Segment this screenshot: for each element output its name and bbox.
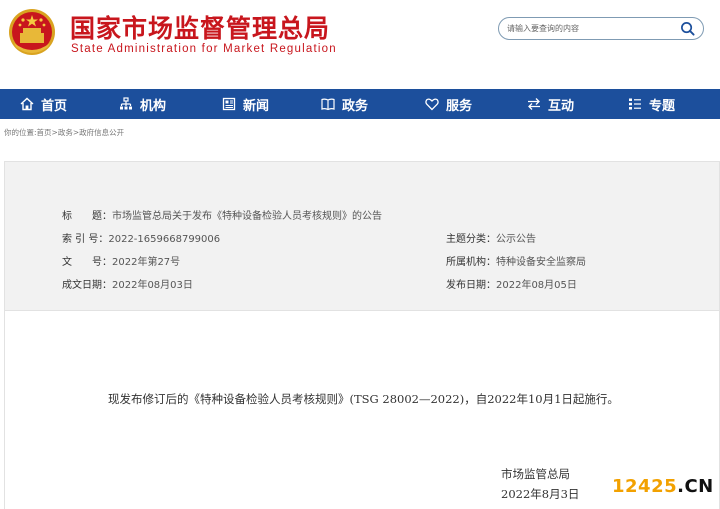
main-nav: 首页 机构 新闻 政务 服务 互动 专题 [0, 89, 720, 119]
watermark-suffix: .CN [677, 476, 714, 497]
breadcrumb: 你的位置:首页>政务>政府信息公开 [4, 127, 124, 138]
info-created-value: 2022年08月03日 [112, 280, 193, 291]
national-emblem-icon[interactable] [8, 7, 56, 57]
info-index-row: 索 引 号：2022-1659668799006 [62, 230, 220, 245]
info-topic-label: 主题分类： [446, 234, 496, 245]
signature-date: 2022年8月3日 [501, 487, 580, 501]
nav-item-affairs[interactable]: 政务 [321, 89, 368, 119]
org-icon [120, 97, 132, 110]
breadcrumb-item-disclosure[interactable]: 政府信息公开 [79, 128, 124, 137]
nav-label-affairs: 政务 [342, 98, 369, 114]
info-title-value: 市场监管总局关于发布《特种设备检验人员考核规则》的公告 [112, 211, 382, 222]
info-title-label: 标 题： [62, 211, 112, 222]
document-info-panel: 标 题：市场监管总局关于发布《特种设备检验人员考核规则》的公告 索 引 号：20… [4, 161, 720, 311]
search-icon[interactable] [680, 21, 695, 36]
book-icon [321, 98, 335, 111]
info-doc-number-label: 文 号： [62, 257, 112, 268]
nav-label-news: 新闻 [243, 98, 270, 114]
info-created-label: 成文日期： [62, 280, 112, 291]
breadcrumb-item-affairs[interactable]: 政务 [58, 128, 73, 137]
nav-item-interact[interactable]: 互动 [527, 89, 574, 119]
info-published-label: 发布日期： [446, 280, 496, 291]
exchange-icon [528, 98, 540, 110]
nav-label-topics: 专题 [649, 98, 676, 114]
nav-label-home: 首页 [41, 98, 68, 114]
home-icon [20, 97, 34, 111]
announcement-paragraph: 现发布修订后的《特种设备检验人员考核规则》(TSG 28002—2022)，自2… [108, 392, 619, 406]
info-org-row: 所属机构：特种设备安全监察局 [446, 253, 586, 268]
search-box [498, 17, 704, 40]
info-doc-number-value: 2022年第27号 [112, 257, 181, 268]
nav-item-service[interactable]: 服务 [425, 89, 472, 119]
site-title-en: State Administration for Market Regulati… [71, 43, 337, 55]
info-org-value: 特种设备安全监察局 [496, 257, 586, 268]
nav-item-org[interactable]: 机构 [119, 89, 166, 119]
site-header: 国家市场监督管理总局 State Administration for Mark… [0, 0, 720, 89]
info-org-label: 所属机构： [446, 257, 496, 268]
nav-item-topics[interactable]: 专题 [628, 89, 675, 119]
info-index-label: 索 引 号： [62, 234, 109, 245]
list-icon [629, 98, 641, 110]
nav-item-news[interactable]: 新闻 [222, 89, 269, 119]
info-published-row: 发布日期：2022年08月05日 [446, 276, 577, 291]
info-index-value: 2022-1659668799006 [108, 234, 221, 245]
nav-label-service: 服务 [446, 98, 473, 114]
info-topic-value: 公示公告 [496, 234, 536, 245]
nav-item-home[interactable]: 首页 [20, 89, 67, 119]
watermark-number: 12425 [612, 476, 678, 497]
signature-org: 市场监管总局 [501, 467, 570, 481]
nav-label-org: 机构 [140, 98, 167, 114]
site-watermark: 12425.CN [612, 476, 714, 497]
info-topic-row: 主题分类：公示公告 [446, 230, 536, 245]
info-doc-number-row: 文 号：2022年第27号 [62, 253, 180, 268]
news-icon [222, 97, 236, 111]
breadcrumb-prefix: 你的位置: [4, 128, 37, 137]
site-title-cn[interactable]: 国家市场监督管理总局 [70, 9, 330, 45]
heart-icon [425, 98, 439, 111]
info-title-row: 标 题：市场监管总局关于发布《特种设备检验人员考核规则》的公告 [62, 207, 382, 222]
nav-label-interact: 互动 [548, 98, 575, 114]
breadcrumb-item-home[interactable]: 首页 [37, 128, 52, 137]
info-created-row: 成文日期：2022年08月03日 [62, 276, 193, 291]
info-published-value: 2022年08月05日 [496, 280, 577, 291]
search-input[interactable] [507, 21, 677, 36]
